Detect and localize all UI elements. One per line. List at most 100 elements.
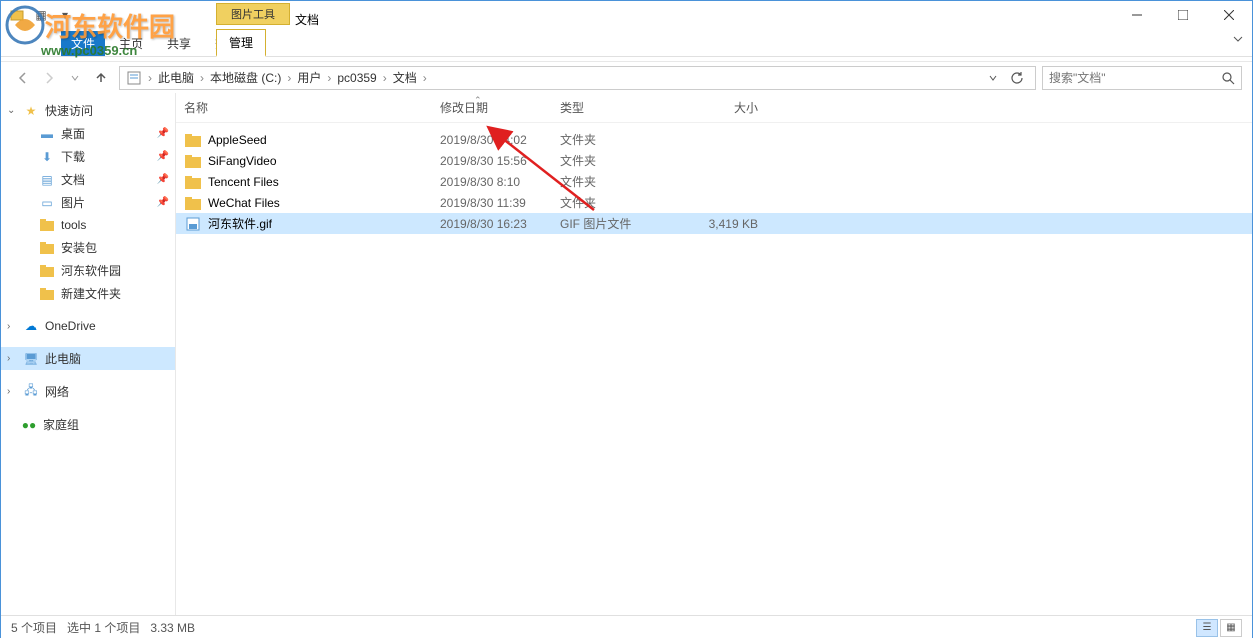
file-name: AppleSeed	[208, 133, 440, 147]
icons-view-button[interactable]: ▦	[1220, 619, 1242, 637]
view-switcher: ☰ ▦	[1196, 619, 1242, 637]
tab-share[interactable]: 共享	[155, 31, 203, 56]
sidebar-homegroup[interactable]: ●● 家庭组	[1, 413, 175, 436]
chevron-right-icon[interactable]: ›	[198, 71, 206, 85]
folder-icon	[184, 132, 202, 148]
column-headers: ⌃ 名称 修改日期 类型 大小	[176, 93, 1252, 123]
sidebar-label: tools	[61, 218, 86, 232]
column-header-name[interactable]: 名称	[184, 99, 440, 116]
sidebar-item-desktop[interactable]: ▬ 桌面 📌	[1, 122, 175, 145]
file-row[interactable]: WeChat Files2019/8/30 11:39文件夹	[176, 192, 1252, 213]
file-name: SiFangVideo	[208, 154, 440, 168]
chevron-right-icon[interactable]: ›	[7, 321, 17, 332]
breadcrumb-segment[interactable]: pc0359	[333, 71, 380, 85]
file-type: 文件夹	[560, 194, 678, 211]
dropdown-icon[interactable]: ▾	[57, 7, 73, 23]
back-button[interactable]	[11, 66, 35, 90]
sidebar-item-folder[interactable]: 新建文件夹	[1, 282, 175, 305]
properties-icon[interactable]: ▦	[33, 7, 49, 23]
file-date: 2019/8/30 8:10	[440, 175, 560, 189]
chevron-down-icon[interactable]: ⌄	[7, 105, 17, 116]
ribbon-tabs: 文件 主页 共享 查看	[1, 29, 1252, 57]
forward-button[interactable]	[37, 66, 61, 90]
pin-icon: 📌	[157, 151, 169, 162]
status-item-count: 5 个项目	[11, 619, 57, 636]
file-row[interactable]: SiFangVideo2019/8/30 15:56文件夹	[176, 150, 1252, 171]
breadcrumb-segment[interactable]: 本地磁盘 (C:)	[206, 69, 285, 86]
quick-access-toolbar: ▦ ▾	[1, 7, 73, 23]
folder-icon[interactable]	[9, 7, 25, 23]
file-row[interactable]: Tencent Files2019/8/30 8:10文件夹	[176, 171, 1252, 192]
file-date: 2019/8/30 11:39	[440, 196, 560, 210]
chevron-right-icon[interactable]: ›	[421, 71, 429, 85]
tab-manage[interactable]: 管理	[216, 29, 266, 57]
folder-icon	[184, 153, 202, 169]
network-icon: 🖧	[23, 384, 39, 400]
breadcrumb-segment[interactable]: 用户	[293, 69, 325, 86]
column-header-date[interactable]: 修改日期	[440, 99, 560, 116]
details-view-button[interactable]: ☰	[1196, 619, 1218, 637]
sidebar-item-pictures[interactable]: ▭ 图片 📌	[1, 191, 175, 214]
search-box[interactable]	[1042, 66, 1242, 90]
file-date: 2019/8/30 16:23	[440, 217, 560, 231]
pin-icon: 📌	[157, 197, 169, 208]
window-title: 文档	[295, 11, 319, 28]
document-icon: ▤	[39, 172, 55, 188]
chevron-right-icon[interactable]: ›	[285, 71, 293, 85]
file-type: 文件夹	[560, 152, 678, 169]
sidebar-label: OneDrive	[45, 319, 96, 333]
sidebar-label: 此电脑	[45, 350, 81, 367]
refresh-button[interactable]	[1005, 66, 1029, 90]
chevron-right-icon[interactable]: ›	[7, 386, 17, 397]
content-area: ⌄ ★ 快速访问 ▬ 桌面 📌 ⬇ 下载 📌 ▤ 文档 📌 ▭ 图片 📌 too…	[1, 93, 1252, 615]
sidebar-label: 家庭组	[43, 416, 79, 433]
file-name: 河东软件.gif	[208, 215, 440, 232]
sidebar-item-folder[interactable]: tools	[1, 214, 175, 236]
folder-icon	[184, 195, 202, 211]
sidebar-network[interactable]: › 🖧 网络	[1, 380, 175, 403]
sidebar-item-downloads[interactable]: ⬇ 下载 📌	[1, 145, 175, 168]
folder-icon	[39, 217, 55, 233]
status-selected-count: 选中 1 个项目	[67, 619, 140, 636]
desktop-icon: ▬	[39, 126, 55, 142]
column-header-type[interactable]: 类型	[560, 99, 678, 116]
column-header-size[interactable]: 大小	[678, 99, 758, 116]
file-rows: AppleSeed2019/8/30 14:02文件夹SiFangVideo20…	[176, 123, 1252, 615]
maximize-button[interactable]	[1160, 1, 1206, 29]
minimize-button[interactable]	[1114, 1, 1160, 29]
up-button[interactable]	[89, 66, 113, 90]
sidebar-label: 下载	[61, 148, 85, 165]
close-button[interactable]	[1206, 1, 1252, 29]
titlebar: ▦ ▾ 图片工具 文档	[1, 1, 1252, 29]
search-icon[interactable]	[1221, 71, 1235, 85]
sidebar-quick-access[interactable]: ⌄ ★ 快速访问	[1, 99, 175, 122]
tab-home[interactable]: 主页	[107, 31, 155, 56]
file-menu-tab[interactable]: 文件	[61, 31, 105, 56]
sidebar-item-folder[interactable]: 安装包	[1, 236, 175, 259]
file-row[interactable]: 河东软件.gif2019/8/30 16:23GIF 图片文件3,419 KB	[176, 213, 1252, 234]
sidebar-item-folder[interactable]: 河东软件园	[1, 259, 175, 282]
ribbon-expand-icon[interactable]	[1232, 33, 1244, 45]
chevron-right-icon[interactable]: ›	[146, 71, 154, 85]
file-date: 2019/8/30 14:02	[440, 133, 560, 147]
chevron-right-icon[interactable]: ›	[7, 353, 17, 364]
sidebar-label: 快速访问	[45, 102, 93, 119]
status-size: 3.33 MB	[150, 621, 195, 635]
file-size: 3,419 KB	[678, 217, 758, 231]
chevron-right-icon[interactable]: ›	[381, 71, 389, 85]
breadcrumb-segment[interactable]: 文档	[389, 69, 421, 86]
sidebar-item-documents[interactable]: ▤ 文档 📌	[1, 168, 175, 191]
sidebar-this-pc[interactable]: › 🖥 此电脑	[1, 347, 175, 370]
file-type: 文件夹	[560, 173, 678, 190]
sidebar-onedrive[interactable]: › ☁ OneDrive	[1, 315, 175, 337]
history-dropdown-icon[interactable]	[981, 66, 1005, 90]
chevron-right-icon[interactable]: ›	[325, 71, 333, 85]
file-row[interactable]: AppleSeed2019/8/30 14:02文件夹	[176, 129, 1252, 150]
breadcrumb-segment[interactable]: 此电脑	[154, 69, 198, 86]
search-input[interactable]	[1049, 71, 1221, 85]
sidebar-label: 河东软件园	[61, 262, 121, 279]
breadcrumb[interactable]: › 此电脑 › 本地磁盘 (C:) › 用户 › pc0359 › 文档 ›	[119, 66, 1036, 90]
image-file-icon	[184, 216, 202, 232]
file-type: 文件夹	[560, 131, 678, 148]
recent-dropdown[interactable]	[63, 66, 87, 90]
